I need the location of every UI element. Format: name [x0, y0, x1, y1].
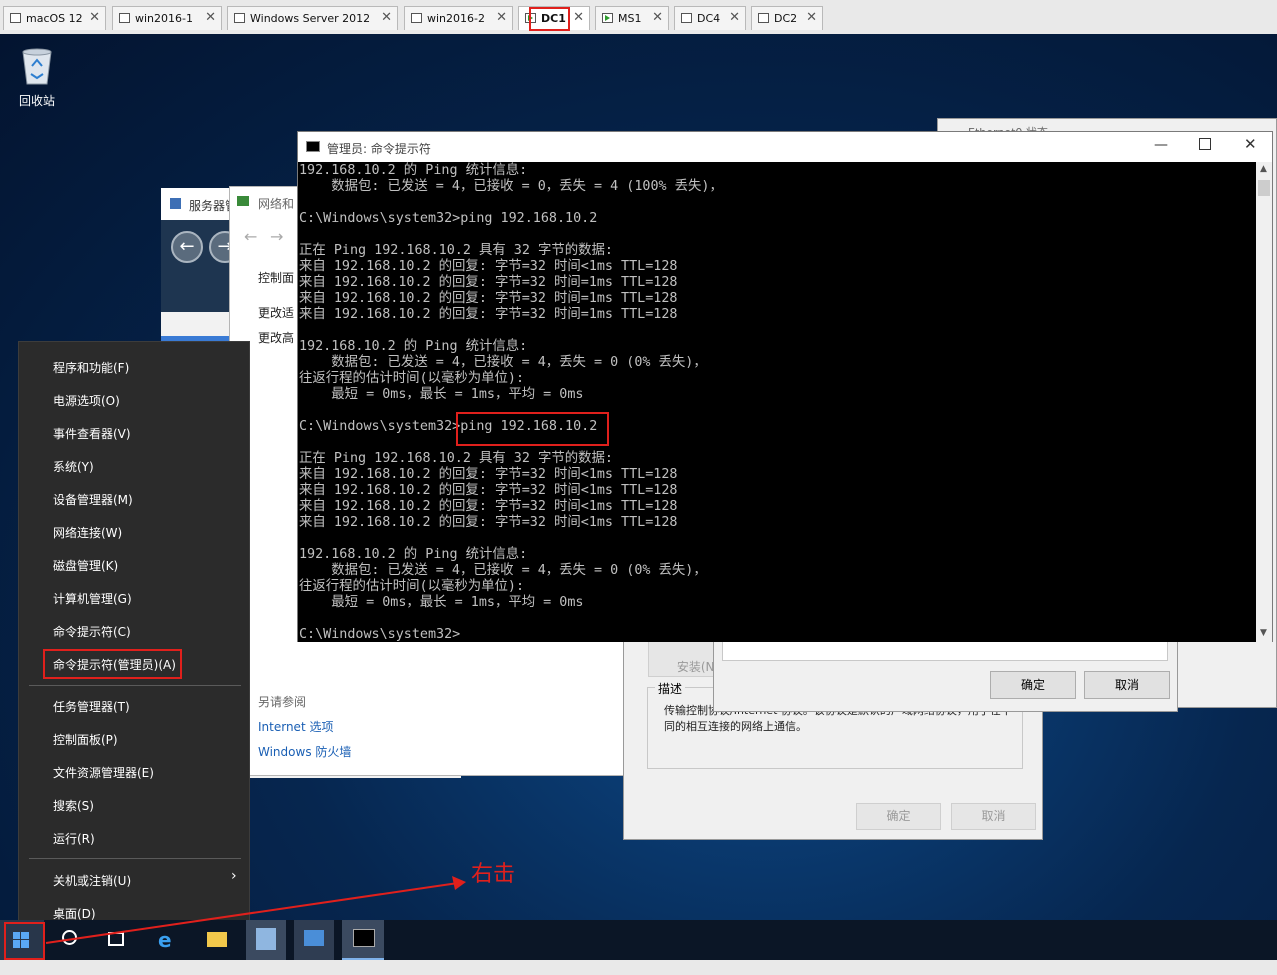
annotation-label: 右击	[471, 862, 516, 887]
annotation-arrow	[45, 876, 466, 944]
